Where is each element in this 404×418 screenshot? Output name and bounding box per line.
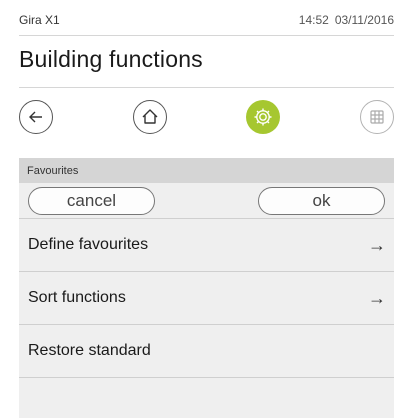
navigation-bar — [19, 95, 394, 139]
home-button[interactable] — [132, 100, 167, 134]
grid-button[interactable] — [359, 100, 394, 134]
home-icon — [142, 109, 158, 124]
settings-button[interactable] — [246, 100, 281, 134]
status-date: 03/11/2016 — [334, 13, 394, 27]
menu-item-label: Define favourites — [28, 236, 149, 253]
status-bar: Gira X1 14:52 03/11/2016 — [19, 10, 394, 30]
menu-item-label: Sort functions — [28, 289, 126, 306]
arrow-right-icon: → — [368, 234, 386, 255]
menu-item-sort-functions[interactable]: Sort functions → — [19, 272, 394, 325]
status-datetime: 14:52 03/11/2016 — [299, 13, 394, 27]
ok-button[interactable]: ok — [258, 186, 385, 215]
action-buttons-row: cancel ok — [19, 183, 394, 219]
page-title: Building functions — [19, 46, 203, 72]
panel-header: Favourites — [19, 158, 394, 183]
menu-item-restore-standard[interactable]: Restore standard — [19, 325, 394, 378]
settings-gear-icon — [254, 108, 272, 126]
title-divider — [19, 87, 394, 88]
grid-icon — [370, 110, 384, 124]
arrow-right-icon: → — [368, 287, 386, 308]
device-name: Gira X1 — [19, 13, 60, 27]
back-arrow-icon — [29, 111, 42, 123]
favourites-panel: Favourites cancel ok Define favourites →… — [19, 158, 394, 418]
menu-item-define-favourites[interactable]: Define favourites → — [19, 219, 394, 272]
back-button[interactable] — [19, 100, 53, 134]
status-time: 14:52 — [298, 13, 329, 27]
device-screen: Gira X1 14:52 03/11/2016 Building functi… — [0, 0, 404, 418]
header-divider — [19, 35, 394, 36]
menu-item-label: Restore standard — [28, 342, 151, 359]
cancel-button[interactable]: cancel — [28, 186, 155, 215]
